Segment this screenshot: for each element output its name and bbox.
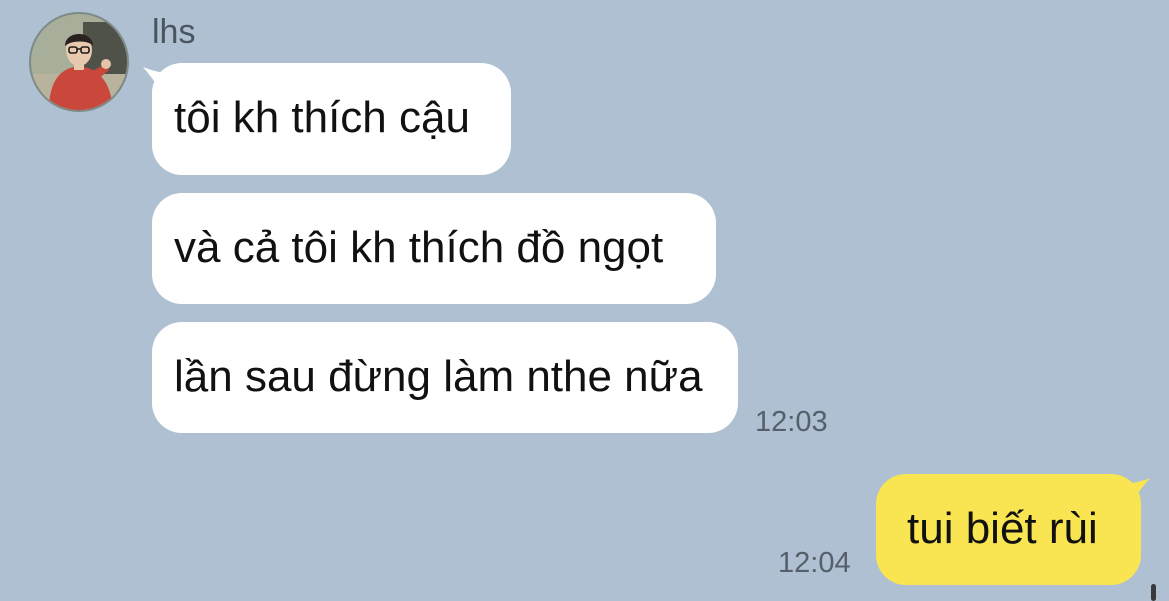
message-timestamp: 12:04 — [778, 547, 851, 579]
scrollbar[interactable] — [1151, 584, 1156, 601]
message-text: tui biết rùi — [907, 504, 1098, 553]
sender-name: lhs — [152, 13, 196, 51]
message-text: và cả tôi kh thích đồ ngọt — [174, 223, 664, 272]
outgoing-bubble-tail — [1120, 478, 1150, 508]
message-bubble-incoming[interactable]: lần sau đừng làm nthe nữa — [152, 322, 738, 433]
message-text: tôi kh thích cậu — [174, 93, 470, 142]
message-bubble-outgoing[interactable]: tui biết rùi — [876, 474, 1141, 585]
message-text: lần sau đừng làm nthe nữa — [174, 352, 703, 401]
contact-avatar[interactable] — [29, 12, 129, 112]
profile-photo-icon — [31, 14, 127, 110]
message-bubble-incoming[interactable]: tôi kh thích cậu — [152, 63, 511, 175]
message-timestamp: 12:03 — [755, 406, 828, 438]
chat-view[interactable]: lhs tôi kh thích cậu và cả tôi kh thích … — [0, 0, 1169, 601]
message-bubble-incoming[interactable]: và cả tôi kh thích đồ ngọt — [152, 193, 716, 304]
